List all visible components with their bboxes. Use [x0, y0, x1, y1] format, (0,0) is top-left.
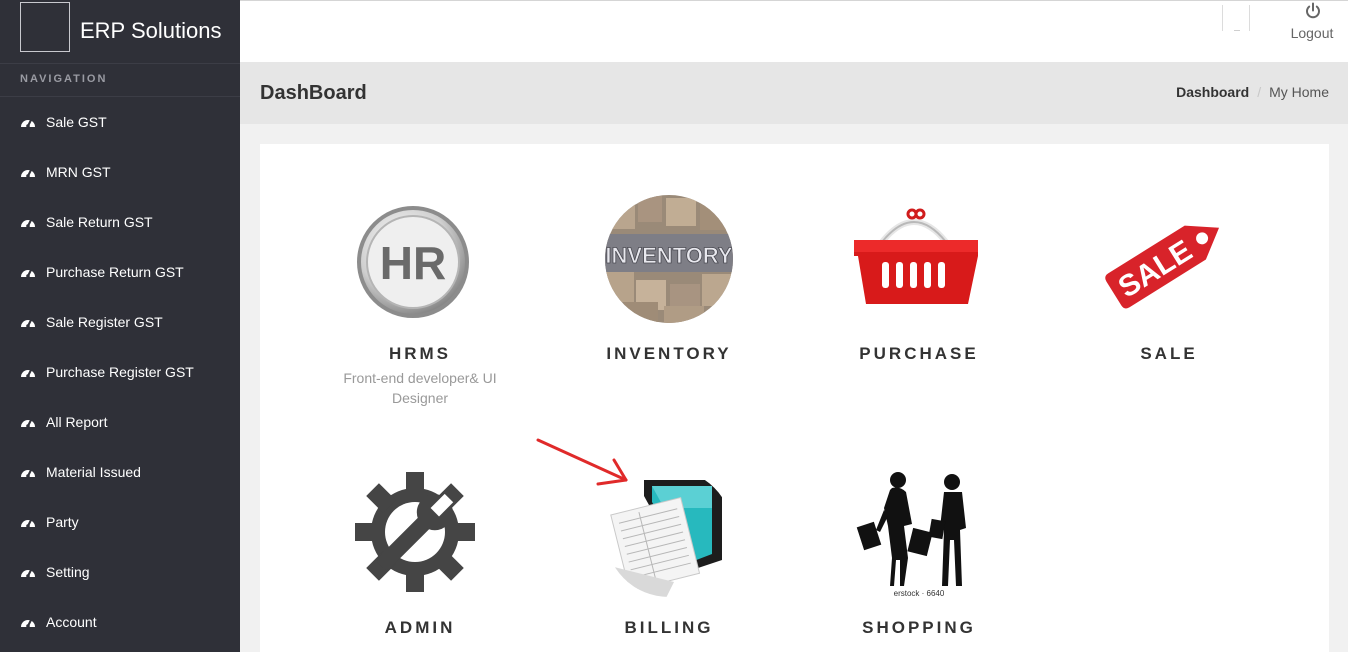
tile-inventory[interactable]: INVENTORY INVENTORY	[544, 194, 794, 364]
shopping-basket-icon	[854, 208, 978, 304]
dashboard-icon	[21, 119, 35, 128]
sidebar-item-party[interactable]: Party	[0, 497, 240, 547]
sidebar-item-label: Sale Return GST	[46, 214, 153, 230]
gear-wrench-icon	[355, 472, 475, 592]
sidebar-item-purchase-return-gst[interactable]: Purchase Return GST	[0, 247, 240, 297]
sidebar-item-sale-register-gst[interactable]: Sale Register GST	[0, 297, 240, 347]
sidebar-item-label: Sale Register GST	[46, 314, 163, 330]
nav-heading: NAVIGATION	[20, 73, 108, 85]
dashboard-icon	[21, 219, 35, 228]
dashboard-icon	[21, 169, 35, 178]
module-panel: HR HRMS Front-end developer& UI Designer…	[260, 144, 1329, 652]
dashboard-icon	[21, 569, 35, 578]
sidebar-item-mrn-gst[interactable]: MRN GST	[0, 147, 240, 197]
dashboard-icon	[21, 369, 35, 378]
sidebar-item-label: Purchase Return GST	[46, 264, 184, 280]
brand-title[interactable]: ERP Solutions	[80, 18, 221, 44]
brand-logo[interactable]	[20, 2, 70, 52]
hr-badge-icon: HR	[357, 206, 469, 318]
tile-hrms[interactable]: HR HRMS Front-end developer& UI Designer	[295, 204, 545, 414]
tile-shopping-label: SHOPPING	[862, 618, 976, 637]
sidebar-item-label: Material Issued	[46, 464, 141, 480]
user-avatar[interactable]	[1222, 5, 1250, 31]
tile-purchase-label: PURCHASE	[859, 344, 979, 363]
tile-shopping[interactable]: erstock · 6640 SHOPPING	[794, 468, 1044, 638]
breadcrumb-separator: /	[1257, 84, 1262, 100]
sidebar-item-label: Setting	[46, 564, 90, 580]
dashboard-icon	[21, 419, 35, 428]
sidebar-item-material-issued[interactable]: Material Issued	[0, 447, 240, 497]
sidebar-item-all-report[interactable]: All Report	[0, 397, 240, 447]
tile-purchase[interactable]: PURCHASE	[794, 194, 1044, 364]
sidebar-item-label: MRN GST	[46, 164, 111, 180]
top-bar: Logout	[240, 0, 1348, 62]
sidebar-item-setting[interactable]: Setting	[0, 547, 240, 597]
dashboard-icon	[21, 319, 35, 328]
brand: ERP Solutions	[0, 0, 240, 64]
annotation-arrow-icon	[536, 438, 628, 486]
power-icon	[1306, 2, 1320, 19]
sidebar-item-label: Sale GST	[46, 114, 107, 130]
shoppers-silhouette-icon: erstock · 6640	[856, 472, 966, 598]
sidebar-item-label: Account	[46, 614, 97, 630]
tile-admin[interactable]: ADMIN	[295, 468, 545, 638]
dashboard-icon	[21, 619, 35, 628]
hr-badge-text: HR	[380, 237, 446, 289]
sidebar-item-account[interactable]: Account	[0, 597, 240, 647]
inventory-boxes-icon: INVENTORY	[605, 195, 733, 323]
tile-admin-label: ADMIN	[384, 618, 456, 637]
tile-hrms-label: HRMS	[388, 344, 452, 363]
nav-list: Sale GST MRN GST Sale Return GST Purchase R…	[0, 97, 240, 647]
breadcrumb-my-home[interactable]: My Home	[1269, 84, 1329, 100]
avatar-edge	[1234, 30, 1240, 31]
sale-tag-icon: SALE	[1105, 225, 1220, 309]
tile-sale[interactable]: SALE SALE	[1044, 194, 1294, 364]
tile-hrms-subtitle: Front-end developer& UI Designer	[343, 370, 497, 406]
dashboard-icon	[21, 469, 35, 478]
inventory-badge-text: INVENTORY	[605, 243, 732, 268]
dashboard-icon	[21, 269, 35, 278]
sidebar-item-label: All Report	[46, 414, 108, 430]
sidebar-item-label: Purchase Register GST	[46, 364, 194, 380]
page-title: DashBoard	[260, 82, 367, 104]
tile-inventory-label: INVENTORY	[606, 344, 732, 363]
dashboard-icon	[21, 519, 35, 528]
logout-label: Logout	[1290, 25, 1334, 41]
sidebar-item-label: Party	[46, 514, 79, 530]
sidebar-item-sale-return-gst[interactable]: Sale Return GST	[0, 197, 240, 247]
sidebar-item-sale-gst[interactable]: Sale GST	[0, 97, 240, 147]
shopping-watermark-text: erstock · 6640	[894, 589, 945, 598]
sidebar-item-purchase-register-gst[interactable]: Purchase Register GST	[0, 347, 240, 397]
tile-billing-label: BILLING	[624, 618, 714, 637]
page-header: DashBoard Dashboard / My Home	[240, 62, 1348, 124]
tile-sale-label: SALE	[1140, 344, 1198, 363]
tile-billing[interactable]: BILLING	[544, 468, 794, 638]
breadcrumb-dashboard[interactable]: Dashboard	[1176, 84, 1249, 100]
sidebar: ERP Solutions NAVIGATION Sale GST MRN GST…	[0, 0, 240, 652]
logout-button[interactable]: Logout	[1286, 1, 1338, 45]
breadcrumb: Dashboard / My Home	[1176, 84, 1329, 100]
